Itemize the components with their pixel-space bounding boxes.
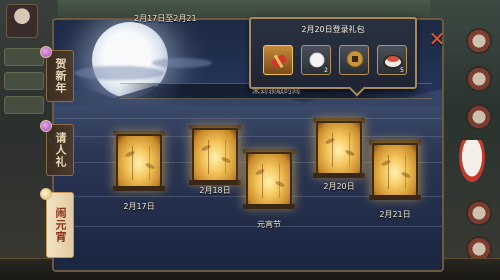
login-gift-popup: 2月20日登录礼包 2 5 <box>249 17 417 89</box>
tab-label: 闹元宵 <box>54 207 67 243</box>
lantern-label: 元宵节 <box>257 220 281 229</box>
lantern-label: 2月17日 <box>123 202 155 211</box>
tab-invite-gift[interactable]: 请人礼 <box>40 120 74 176</box>
close-icon[interactable]: ✕ <box>428 29 446 49</box>
lantern-day-4[interactable] <box>313 118 365 179</box>
lantern-day-1[interactable] <box>113 131 165 192</box>
reward-item[interactable]: 5 <box>377 45 407 75</box>
lantern-label: 2月21日 <box>379 210 411 219</box>
tab-new-year[interactable]: 贺新年 <box>40 46 74 102</box>
reward-item[interactable]: 2 <box>301 45 331 75</box>
lantern-label: 2月18日 <box>199 186 231 195</box>
lantern-day-3[interactable] <box>243 149 295 210</box>
event-date-range: 2月17日至2月21 <box>134 14 197 23</box>
cloud-image <box>152 58 212 68</box>
tab-label: 贺新年 <box>54 58 67 94</box>
fox-mascot-image <box>452 140 492 196</box>
lantern-day-2[interactable] <box>189 125 241 186</box>
knob-icon <box>40 188 52 200</box>
lantern-day-5[interactable] <box>369 140 421 201</box>
reward-item[interactable] <box>263 45 293 75</box>
knob-icon <box>40 46 52 58</box>
reward-item[interactable] <box>339 45 369 75</box>
left-menu-strip[interactable] <box>4 72 44 90</box>
lantern-icon[interactable] <box>466 66 492 92</box>
lantern-label: 2月20日 <box>323 182 355 191</box>
coin-icon <box>346 50 364 68</box>
tab-lantern-festival[interactable]: 闹元宵 <box>40 188 74 258</box>
shrine-icon[interactable] <box>466 28 492 54</box>
tab-label: 请人礼 <box>54 132 67 168</box>
player-avatar[interactable] <box>6 4 38 38</box>
popup-title: 2月20日登录礼包 <box>301 25 365 34</box>
left-menu-strip[interactable] <box>4 48 44 66</box>
character-icon[interactable] <box>466 104 492 130</box>
left-menu-strip[interactable] <box>4 96 44 114</box>
knob-icon <box>40 120 52 132</box>
firecracker-icon <box>271 54 287 69</box>
character-icon[interactable] <box>466 200 492 226</box>
